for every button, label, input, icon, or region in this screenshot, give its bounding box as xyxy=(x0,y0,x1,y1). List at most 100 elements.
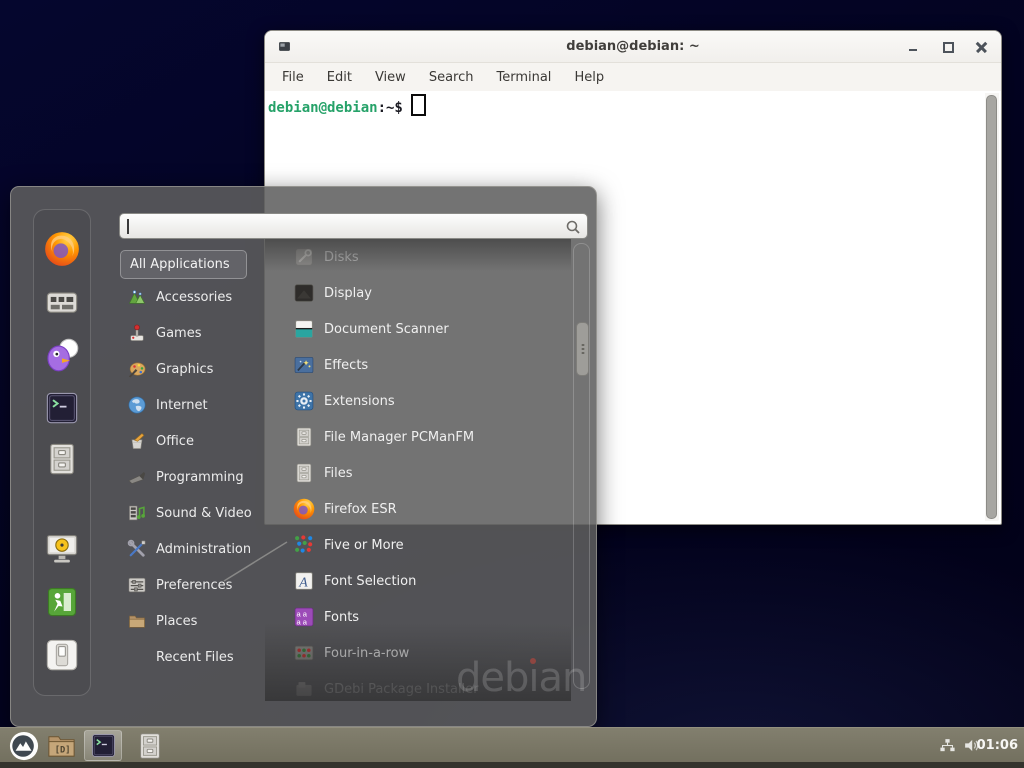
search-box[interactable] xyxy=(119,213,588,239)
app-list-scrollbar[interactable] xyxy=(573,243,590,689)
font-selection-icon: A xyxy=(293,570,315,592)
display-icon xyxy=(293,282,315,304)
terminal-menu-terminal[interactable]: Terminal xyxy=(491,68,556,87)
fonts-icon: a a a a xyxy=(293,606,315,628)
all-applications-button[interactable]: All Applications xyxy=(120,250,247,279)
category-recent-files[interactable]: Recent Files xyxy=(117,639,269,675)
terminal-menu-edit[interactable]: Edit xyxy=(322,68,357,87)
app-label: File Manager PCManFM xyxy=(324,430,474,445)
terminal-titlebar[interactable]: debian@debian: ~ xyxy=(265,31,1001,63)
screensaver-icon xyxy=(44,531,80,567)
svg-text:[D]: [D] xyxy=(54,745,70,755)
taskbar-main: [D] 01:06 xyxy=(0,727,1024,762)
category-accessories[interactable]: Accessories xyxy=(117,279,269,315)
favorite-button-keyboard[interactable] xyxy=(43,283,81,321)
terminal-menu-view[interactable]: View xyxy=(370,68,411,87)
taskbar-item-terminal[interactable] xyxy=(84,730,122,761)
five-or-more-icon xyxy=(293,534,315,556)
taskbar-item-menu-launcher[interactable] xyxy=(7,730,41,761)
favorite-button-screensaver[interactable] xyxy=(43,530,81,568)
maximize-button[interactable] xyxy=(942,41,953,52)
taskbar-item-file-cabinet[interactable] xyxy=(133,730,167,761)
desktop: debian@debian: ~ File Edit View Search Termi… xyxy=(0,0,1024,768)
app-item-files[interactable]: Files xyxy=(265,455,571,491)
category-spacer xyxy=(127,647,147,667)
category-office[interactable]: Office xyxy=(117,423,269,459)
terminal-menu-help[interactable]: Help xyxy=(569,68,609,87)
places-icon xyxy=(127,611,147,631)
app-item-extensions[interactable]: Extensions xyxy=(265,383,571,419)
category-places[interactable]: Places xyxy=(117,603,269,639)
app-label: Five or More xyxy=(324,538,404,553)
app-item-display[interactable]: Display xyxy=(265,275,571,311)
minimize-button[interactable] xyxy=(908,41,919,52)
category-label: Internet xyxy=(156,398,208,413)
extensions-icon xyxy=(293,390,315,412)
terminal-title: debian@debian: ~ xyxy=(265,31,1001,62)
app-label: Document Scanner xyxy=(324,322,449,337)
keyboard-icon xyxy=(44,284,80,320)
four-in-a-row-icon xyxy=(293,642,315,664)
category-label: Recent Files xyxy=(156,650,234,665)
file-cabinet-icon xyxy=(293,426,315,448)
app-label: Firefox ESR xyxy=(324,502,397,517)
favorite-button-pidgin[interactable] xyxy=(43,336,81,374)
app-list-scrollbar-handle[interactable] xyxy=(576,322,589,376)
app-label: Disks xyxy=(324,250,359,265)
terminal-icon xyxy=(90,732,117,759)
terminal-menu-file[interactable]: File xyxy=(277,68,309,87)
favorite-button-logout[interactable] xyxy=(43,583,81,621)
pidgin-icon xyxy=(44,337,80,373)
taskbar-clock[interactable]: 01:06 xyxy=(977,728,1018,763)
category-preferences[interactable]: Preferences xyxy=(117,567,269,603)
app-label: Extensions xyxy=(324,394,395,409)
category-internet[interactable]: Internet xyxy=(117,387,269,423)
app-label: GDebi Package Installer xyxy=(324,682,479,697)
app-label: Fonts xyxy=(324,610,359,625)
category-programming[interactable]: Programming xyxy=(117,459,269,495)
effects-icon xyxy=(293,354,315,376)
app-item-file-manager-pcmanfm[interactable]: File Manager PCManFM xyxy=(265,419,571,455)
favorite-button-terminal[interactable] xyxy=(43,389,81,427)
category-administration[interactable]: Administration xyxy=(117,531,269,567)
category-graphics[interactable]: Graphics xyxy=(117,351,269,387)
category-label: Games xyxy=(156,326,201,341)
app-item-document-scanner[interactable]: Document Scanner xyxy=(265,311,571,347)
app-item-firefox-esr[interactable]: Firefox ESR xyxy=(265,491,571,527)
firefox-icon xyxy=(293,498,315,520)
system-tray xyxy=(939,728,980,763)
favorite-button-shutdown[interactable] xyxy=(43,636,81,674)
category-sound-video[interactable]: Sound & Video xyxy=(117,495,269,531)
prompt-user: debian@debian xyxy=(268,100,378,116)
app-item-font-selection[interactable]: AFont Selection xyxy=(265,563,571,599)
app-item-five-or-more[interactable]: Five or More xyxy=(265,527,571,563)
terminal-menu-search[interactable]: Search xyxy=(424,68,479,87)
app-item-disks[interactable]: Disks xyxy=(265,239,571,275)
category-games[interactable]: Games xyxy=(117,315,269,351)
internet-icon xyxy=(127,395,147,415)
firefox-icon xyxy=(44,231,80,267)
favorite-button-firefox[interactable] xyxy=(43,230,81,268)
favorite-button-file-cabinet[interactable] xyxy=(43,440,81,478)
terminal-menubar: File Edit View Search Terminal Help xyxy=(265,63,1001,92)
programming-icon xyxy=(127,467,147,487)
app-label: Display xyxy=(324,286,372,301)
app-item-four-in-a-row[interactable]: Four-in-a-row xyxy=(265,635,571,671)
search-icon xyxy=(565,219,581,235)
app-item-effects[interactable]: Effects xyxy=(265,347,571,383)
category-label: Sound & Video xyxy=(156,506,252,521)
terminal-scrollbar[interactable] xyxy=(985,93,999,521)
file-cabinet-icon xyxy=(135,731,165,761)
category-label: Administration xyxy=(156,542,251,557)
administration-icon xyxy=(127,539,147,559)
accessories-icon xyxy=(127,287,147,307)
close-button[interactable] xyxy=(976,41,987,52)
taskbar: [D] 01:06 xyxy=(0,727,1024,768)
app-item-gdebi-package-installer[interactable]: GDebi Package Installer xyxy=(265,671,571,701)
app-item-fonts[interactable]: a a a a Fonts xyxy=(265,599,571,635)
network-icon[interactable] xyxy=(939,737,956,754)
terminal-scrollbar-handle[interactable] xyxy=(986,95,997,519)
terminal-prompt: debian@debian:~$ xyxy=(265,91,1001,116)
taskbar-item-folder-d[interactable]: [D] xyxy=(43,730,79,761)
search-input[interactable] xyxy=(128,216,548,236)
